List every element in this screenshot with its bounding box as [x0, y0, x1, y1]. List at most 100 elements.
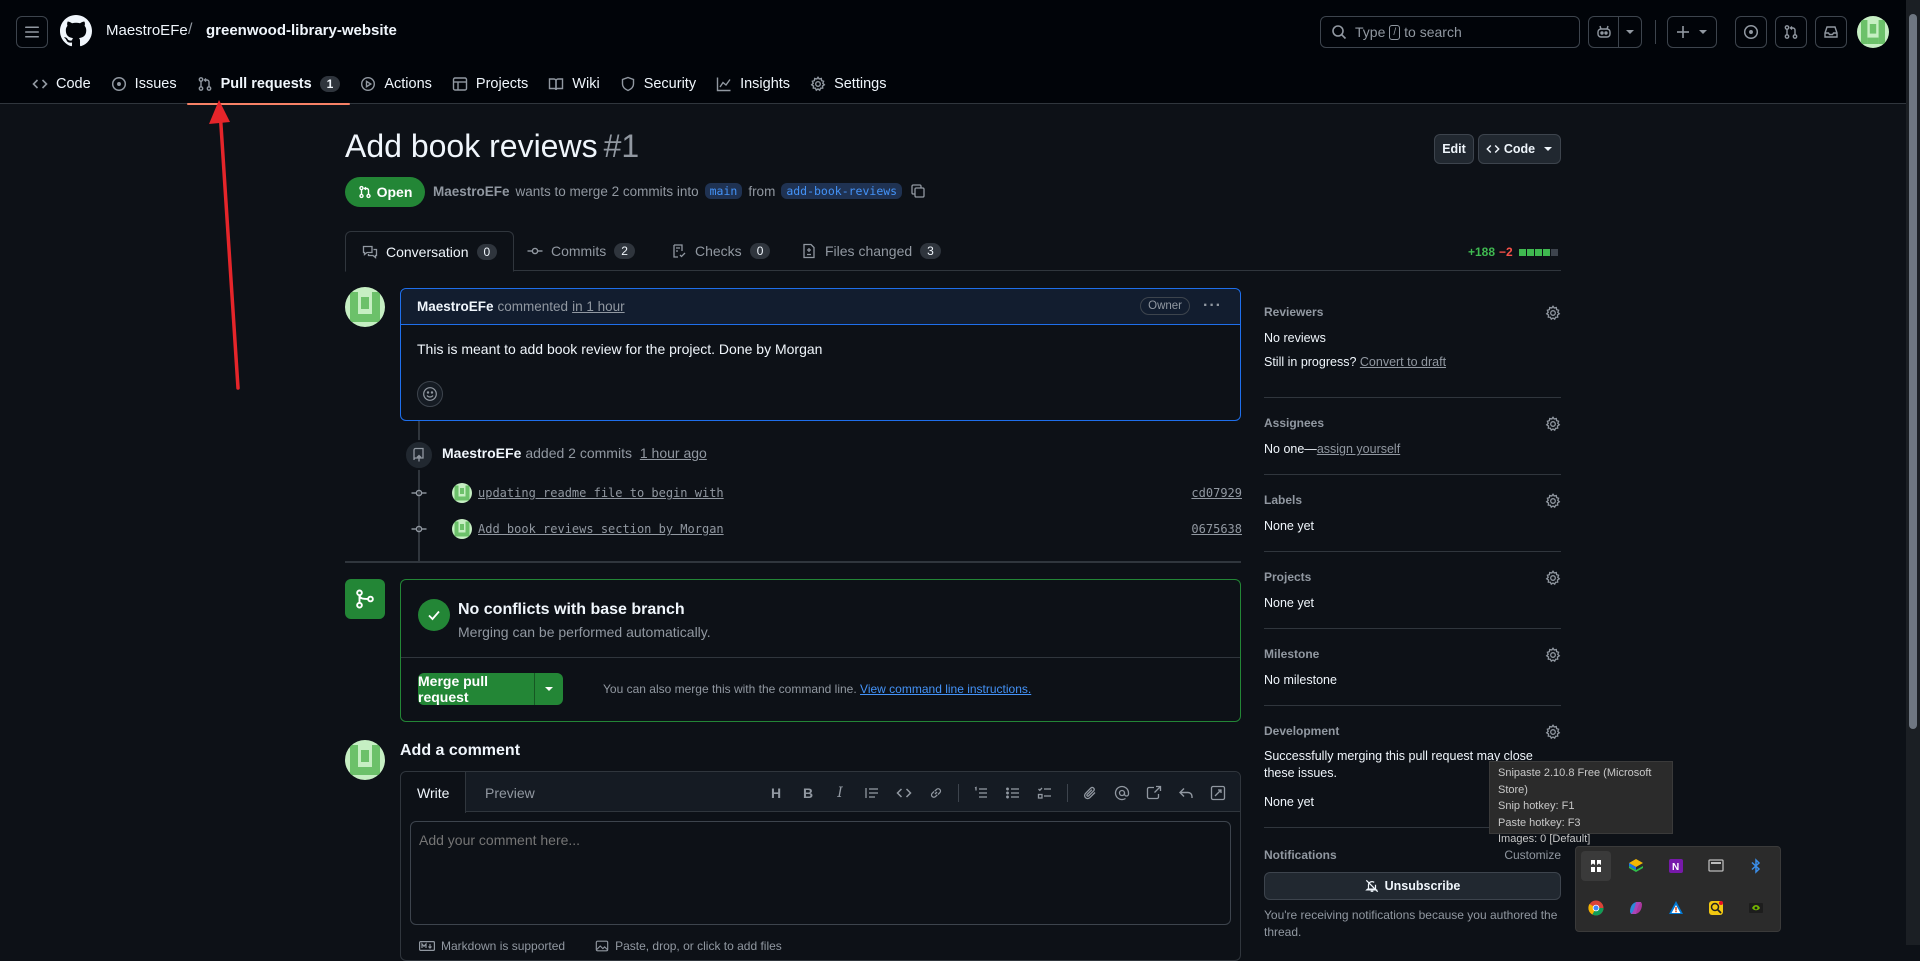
- link-icon[interactable]: [920, 782, 952, 804]
- tab-files-changed[interactable]: Files changed 3: [785, 231, 957, 271]
- heading-icon[interactable]: H: [760, 782, 792, 804]
- code-icon[interactable]: [888, 782, 920, 804]
- commit-author-avatar[interactable]: [452, 519, 472, 539]
- bell-slash-icon: [1364, 879, 1378, 893]
- paperclip-icon[interactable]: [1074, 782, 1106, 804]
- bold-icon[interactable]: B: [792, 782, 824, 804]
- stack-tray-icon[interactable]: [1621, 851, 1651, 881]
- customize-link[interactable]: Customize: [1504, 848, 1561, 862]
- copilot-tray-icon[interactable]: [1621, 893, 1651, 923]
- merge-hint-text: You can also merge this with the command…: [603, 682, 857, 696]
- attach-files[interactable]: Paste, drop, or click to add files: [595, 939, 782, 953]
- page-scrollbar[interactable]: [1906, 0, 1920, 945]
- defender-warning-tray-icon[interactable]: [1661, 893, 1691, 923]
- add-reaction-button[interactable]: [417, 381, 443, 407]
- gear-icon[interactable]: [1545, 647, 1561, 663]
- merge-button-label[interactable]: Merge pull request: [418, 673, 535, 705]
- gear-icon[interactable]: [1545, 493, 1561, 509]
- head-branch[interactable]: add-book-reviews: [781, 183, 903, 199]
- commit-sha[interactable]: cd07929: [1191, 486, 1242, 500]
- tab-pull-requests[interactable]: Pull requests 1: [186, 64, 351, 105]
- user-avatar[interactable]: [1857, 16, 1889, 48]
- diffstat[interactable]: +188 −2: [1468, 245, 1558, 259]
- unsubscribe-button[interactable]: Unsubscribe: [1264, 872, 1561, 900]
- task-list-icon[interactable]: [1029, 782, 1061, 804]
- projects-title[interactable]: Projects: [1264, 570, 1561, 584]
- inbox-button[interactable]: [1815, 16, 1847, 48]
- fullscreen-icon[interactable]: [1202, 782, 1234, 804]
- italic-icon[interactable]: I: [824, 782, 856, 804]
- markdown-supported[interactable]: Markdown is supported: [419, 939, 565, 953]
- repo-link[interactable]: greenwood-library-website: [206, 22, 397, 39]
- base-branch[interactable]: main: [704, 183, 743, 199]
- timeline-time[interactable]: 1 hour ago: [640, 445, 707, 461]
- commit-author-avatar[interactable]: [452, 483, 472, 503]
- pull-requests-button[interactable]: [1775, 16, 1807, 48]
- tab-conversation[interactable]: Conversation 0: [345, 231, 515, 272]
- comment-author-avatar[interactable]: [345, 287, 385, 327]
- commit-sha[interactable]: 0675638: [1191, 522, 1242, 536]
- display-tray-icon[interactable]: [1701, 851, 1731, 881]
- owner-link[interactable]: MaestroEFe: [106, 22, 188, 39]
- pr-author-link[interactable]: MaestroEFe: [433, 184, 510, 199]
- scrollbar-thumb[interactable]: [1909, 14, 1917, 729]
- search-input[interactable]: Type / to search: [1320, 16, 1580, 48]
- nvidia-tray-icon[interactable]: [1741, 893, 1771, 923]
- issues-button[interactable]: [1735, 16, 1767, 48]
- tab-conversation-label: Conversation: [386, 243, 469, 260]
- tab-wiki[interactable]: Wiki: [538, 64, 609, 104]
- development-title[interactable]: Development: [1264, 724, 1561, 738]
- tab-issues[interactable]: Issues: [101, 64, 187, 104]
- timeline-author[interactable]: MaestroEFe: [442, 445, 521, 461]
- ordered-list-icon[interactable]: [965, 782, 997, 804]
- merge-pull-request-button[interactable]: Merge pull request: [418, 673, 563, 705]
- copilot-button[interactable]: [1588, 16, 1642, 48]
- git-commit-icon: [527, 247, 543, 255]
- assignees-title[interactable]: Assignees: [1264, 416, 1561, 430]
- tab-settings[interactable]: Settings: [800, 64, 896, 104]
- kebab-menu-icon[interactable]: ···: [1203, 297, 1222, 315]
- tab-checks[interactable]: Checks 0: [655, 231, 786, 271]
- reviewers-title[interactable]: Reviewers: [1264, 305, 1561, 319]
- onenote-tray-icon[interactable]: N: [1661, 851, 1691, 881]
- gear-icon[interactable]: [1545, 724, 1561, 740]
- merge-method-dropdown[interactable]: [535, 673, 563, 705]
- tab-preview[interactable]: Preview: [469, 772, 551, 813]
- tab-commits[interactable]: Commits 2: [511, 231, 651, 271]
- bluetooth-tray-icon[interactable]: [1741, 851, 1771, 881]
- tab-security[interactable]: Security: [610, 64, 706, 104]
- tab-write[interactable]: Write: [401, 772, 467, 813]
- cross-reference-icon[interactable]: [1138, 782, 1170, 804]
- comment-textarea[interactable]: [410, 821, 1231, 925]
- security-scan-tray-icon[interactable]: [1701, 893, 1731, 923]
- hamburger-menu-icon[interactable]: [16, 16, 48, 48]
- unordered-list-icon[interactable]: [997, 782, 1029, 804]
- tab-insights[interactable]: Insights: [706, 64, 800, 104]
- commit-message[interactable]: Add book reviews section by Morgan: [478, 522, 724, 536]
- command-line-link[interactable]: View command line instructions.: [860, 682, 1031, 696]
- quote-icon[interactable]: [856, 782, 888, 804]
- github-logo-icon[interactable]: [60, 15, 92, 47]
- reply-icon[interactable]: [1170, 782, 1202, 804]
- comment-author[interactable]: MaestroEFe: [417, 299, 494, 314]
- create-new-button[interactable]: [1667, 16, 1717, 48]
- snipaste-tray-icon[interactable]: [1581, 851, 1611, 881]
- milestone-title[interactable]: Milestone: [1264, 647, 1561, 661]
- labels-title[interactable]: Labels: [1264, 493, 1561, 507]
- comment-time[interactable]: in 1 hour: [572, 299, 625, 314]
- code-dropdown-button[interactable]: Code: [1478, 134, 1561, 164]
- commit-message[interactable]: updating readme file to begin with: [478, 486, 724, 500]
- copy-icon[interactable]: [910, 183, 926, 199]
- assign-yourself-link[interactable]: assign yourself: [1317, 442, 1400, 456]
- gear-icon[interactable]: [1545, 416, 1561, 432]
- edit-button[interactable]: Edit: [1434, 134, 1474, 164]
- gear-icon[interactable]: [1545, 305, 1561, 321]
- tab-projects[interactable]: Projects: [442, 64, 538, 104]
- convert-to-draft-link[interactable]: Convert to draft: [1360, 355, 1446, 369]
- chrome-tray-icon[interactable]: [1581, 893, 1611, 923]
- gear-icon[interactable]: [1545, 570, 1561, 586]
- mention-icon[interactable]: [1106, 782, 1138, 804]
- tab-code[interactable]: Code: [22, 64, 101, 104]
- current-user-avatar[interactable]: [345, 740, 385, 780]
- tab-actions[interactable]: Actions: [350, 64, 442, 104]
